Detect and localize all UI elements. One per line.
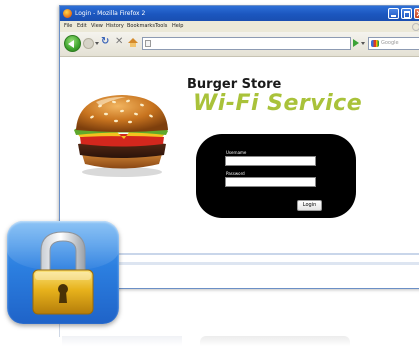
menu-bookmarks[interactable]: Bookmarks (127, 21, 155, 32)
page-icon (145, 40, 151, 47)
window-reflection (62, 336, 182, 346)
search-engine-logo-icon (371, 40, 379, 47)
minimize-button[interactable] (388, 8, 399, 19)
screenshot-stage: Login - Mozilla Firefox 2 File Edit View… (0, 0, 419, 346)
window-title: Login - Mozilla Firefox 2 (75, 10, 146, 17)
menu-tools[interactable]: Tools (155, 21, 167, 32)
stop-icon[interactable]: ✕ (115, 37, 125, 47)
close-button[interactable] (414, 8, 419, 19)
burger-image (66, 90, 176, 180)
menu-edit[interactable]: Edit (77, 21, 87, 32)
search-box[interactable]: Google (368, 37, 419, 50)
forward-button[interactable] (83, 38, 94, 49)
menu-help[interactable]: Help (172, 21, 183, 32)
home-icon[interactable] (128, 38, 138, 47)
username-label: Username (226, 150, 247, 155)
menu-bar: File Edit View History Bookmarks Tools H… (60, 21, 419, 32)
history-dropdown-icon[interactable] (95, 42, 99, 45)
panel-reflection (200, 336, 350, 346)
title-bar: Login - Mozilla Firefox 2 (60, 6, 419, 21)
back-button[interactable] (64, 35, 81, 52)
menu-view[interactable]: View (91, 21, 103, 32)
activity-throbber-icon (412, 23, 419, 31)
login-button[interactable]: Login (297, 200, 322, 211)
username-field[interactable] (225, 156, 316, 166)
url-bar[interactable] (142, 37, 351, 50)
login-panel: Username Password Login (196, 134, 356, 218)
menu-history[interactable]: History (106, 21, 124, 32)
navigation-toolbar: ↻ ✕ Google (60, 32, 419, 57)
password-label: Password (226, 171, 245, 176)
search-placeholder: Google (381, 40, 399, 46)
brand-name: Burger Store (187, 77, 282, 92)
maximize-button[interactable] (401, 8, 412, 19)
service-name: Wi-Fi Service (193, 91, 363, 116)
reload-icon[interactable]: ↻ (101, 37, 111, 47)
search-engine-dropdown-icon[interactable] (361, 42, 365, 45)
firefox-icon (63, 9, 72, 18)
menu-file[interactable]: File (64, 21, 72, 32)
password-field[interactable] (225, 177, 316, 187)
go-button[interactable] (353, 39, 359, 47)
padlock-icon (7, 221, 119, 324)
